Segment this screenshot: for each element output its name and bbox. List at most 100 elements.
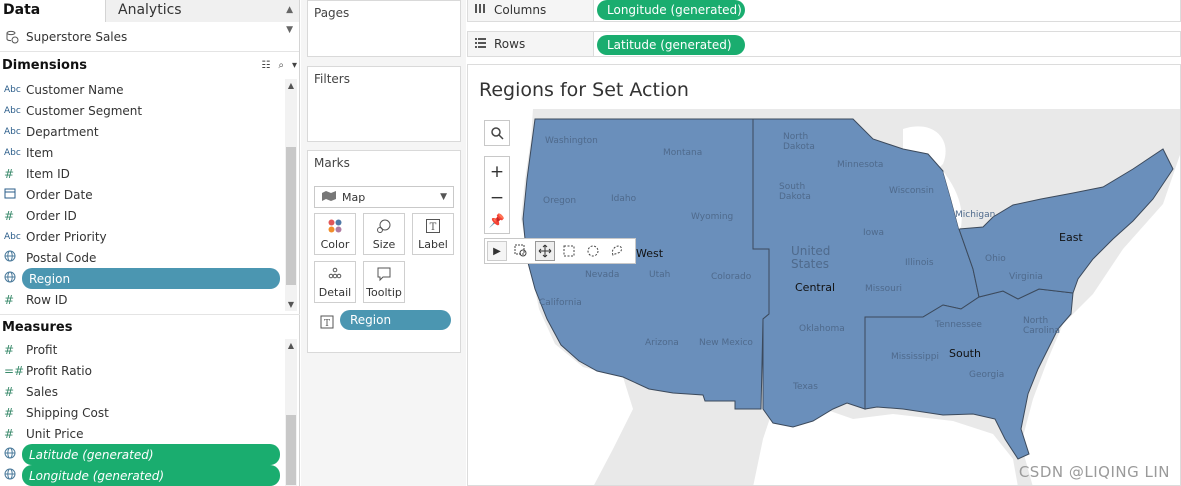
map-search-button[interactable] <box>484 120 510 146</box>
dropdown-icon[interactable]: ▾ <box>292 60 297 71</box>
label-field-icon: T <box>320 315 334 332</box>
tooltip-icon <box>377 267 391 281</box>
filters-title: Filters <box>314 72 350 86</box>
scroll-down-icon[interactable]: ▼ <box>285 300 297 309</box>
field-label: Longitude (generated) <box>29 468 165 483</box>
state-label-utah: Utah <box>649 270 670 280</box>
search-icon <box>491 127 504 140</box>
field-item[interactable]: Longitude (generated) <box>4 465 280 486</box>
label-icon: T <box>426 218 440 233</box>
calc-number-icon: =# <box>4 363 25 378</box>
tab-analytics[interactable]: Analytics ▲ ▼ <box>106 0 299 35</box>
radial-select-icon[interactable] <box>583 241 603 261</box>
field-item[interactable]: # Order ID <box>0 205 282 226</box>
scroll-thumb[interactable] <box>286 147 296 285</box>
measures-list: # Profit =# Profit Ratio # Sales # Shipping Cos… <box>0 339 300 486</box>
svg-text:T: T <box>430 222 437 233</box>
detail-label: Detail <box>318 285 352 299</box>
scroll-up-icon[interactable]: ▲ <box>285 81 297 90</box>
field-label: Department <box>26 124 99 139</box>
columns-pill[interactable]: Longitude (generated) <box>597 0 745 20</box>
state-label-oregon: Oregon <box>543 196 576 206</box>
field-item[interactable]: =# Profit Ratio <box>0 360 282 381</box>
field-label: Order Priority <box>26 229 107 244</box>
field-item[interactable]: # Sales <box>0 381 282 402</box>
calendar-icon <box>4 187 26 202</box>
field-label: Profit <box>26 342 58 357</box>
tab-analytics-label: Analytics <box>118 2 182 18</box>
field-label: Shipping Cost <box>26 405 109 420</box>
zoom-in-icon[interactable]: + <box>490 162 504 182</box>
rows-label-wrap: Rows <box>468 32 594 56</box>
field-item[interactable]: Abc Customer Name <box>0 79 282 100</box>
scroll-thumb[interactable] <box>286 415 296 485</box>
label-label: Label <box>418 237 448 251</box>
state-label-oklahoma: Oklahoma <box>799 324 845 334</box>
map-view[interactable]: Washington Montana Oregon Idaho Wyoming … <box>473 109 1180 485</box>
field-item[interactable]: Order Date <box>0 184 282 205</box>
datasource-icon <box>4 29 20 45</box>
country-label-united-states: United States <box>791 244 830 271</box>
size-button[interactable]: Size <box>363 213 405 255</box>
zoom-out-icon[interactable]: − <box>490 188 504 208</box>
region-label-central: Central <box>795 281 835 294</box>
abc-icon: Abc <box>4 126 21 137</box>
dimensions-scrollbar[interactable]: ▲ ▼ <box>285 79 297 311</box>
search-icon[interactable]: ⌕ <box>278 60 284 71</box>
lasso-select-icon[interactable] <box>607 241 627 261</box>
columns-shelf: Columns Longitude (generated) <box>467 0 1181 22</box>
pan-icon[interactable] <box>535 241 555 261</box>
field-label: Order ID <box>26 208 77 223</box>
abc-icon: Abc <box>4 147 21 158</box>
watermark: CSDN @LIQING LIN <box>1018 463 1170 481</box>
detail-button[interactable]: Detail <box>314 261 356 303</box>
globe-icon <box>4 447 16 462</box>
field-item[interactable]: Abc Order Priority <box>0 226 282 247</box>
field-item[interactable]: # Profit <box>0 339 282 360</box>
rows-shelf: Rows Latitude (generated) <box>467 31 1181 57</box>
field-item[interactable]: Region <box>4 268 280 289</box>
viz-title: Regions for Set Action <box>479 79 689 101</box>
field-item[interactable]: Abc Department <box>0 121 282 142</box>
color-icon <box>328 219 342 232</box>
scroll-up-icon[interactable]: ▲ <box>285 341 297 350</box>
field-item[interactable]: # Shipping Cost <box>0 402 282 423</box>
rectangle-select-icon[interactable] <box>559 241 579 261</box>
zoom-area-icon[interactable] <box>511 241 531 261</box>
rows-pill[interactable]: Latitude (generated) <box>597 35 745 55</box>
state-label-texas: Texas <box>792 382 818 392</box>
field-item[interactable]: Latitude (generated) <box>4 444 280 465</box>
color-button[interactable]: Color <box>314 213 356 255</box>
pages-shelf[interactable]: Pages <box>307 0 461 57</box>
label-button[interactable]: T Label <box>412 213 454 255</box>
field-item[interactable]: Abc Item <box>0 142 282 163</box>
field-item[interactable]: # Unit Price <box>0 423 282 444</box>
number-icon: # <box>4 384 15 399</box>
columns-drop-area[interactable]: Longitude (generated) <box>594 0 1180 21</box>
updown-icon: ▲ ▼ <box>286 5 293 35</box>
filters-shelf[interactable]: Filters <box>307 66 461 142</box>
pin-map-icon[interactable]: 📌 <box>489 214 505 229</box>
measures-scrollbar[interactable]: ▲ <box>285 339 297 486</box>
measures-title: Measures <box>2 320 73 335</box>
tooltip-button[interactable]: Tooltip <box>363 261 405 303</box>
map-tool-strip: ▶ <box>484 238 636 264</box>
mark-type-select[interactable]: Map ▼ <box>314 186 454 208</box>
field-item[interactable]: Abc Customer Segment <box>0 100 282 121</box>
rows-drop-area[interactable]: Latitude (generated) <box>594 32 1180 56</box>
rows-label: Rows <box>494 37 526 51</box>
state-label-ohio: Ohio <box>985 254 1006 264</box>
field-item[interactable]: Postal Code <box>0 247 282 268</box>
state-label-nevada: Nevada <box>585 270 619 280</box>
data-pane: Data Analytics ▲ ▼ Superstore Sales Dimen… <box>0 0 300 486</box>
marks-title: Marks <box>314 156 350 170</box>
field-item[interactable]: # Item ID <box>0 163 282 184</box>
field-item[interactable]: # Row ID <box>0 289 282 310</box>
view-list-icon[interactable]: ☷ <box>261 60 270 71</box>
tab-data[interactable]: Data <box>0 0 106 22</box>
dimensions-header: Dimensions ☷ ⌕ ▾ <box>0 52 299 78</box>
marks-region-pill[interactable]: Region <box>340 310 451 330</box>
datasource-item[interactable]: Superstore Sales <box>0 22 299 52</box>
zoom-controls: + − 📌 <box>484 156 510 234</box>
play-icon[interactable]: ▶ <box>487 241 507 261</box>
